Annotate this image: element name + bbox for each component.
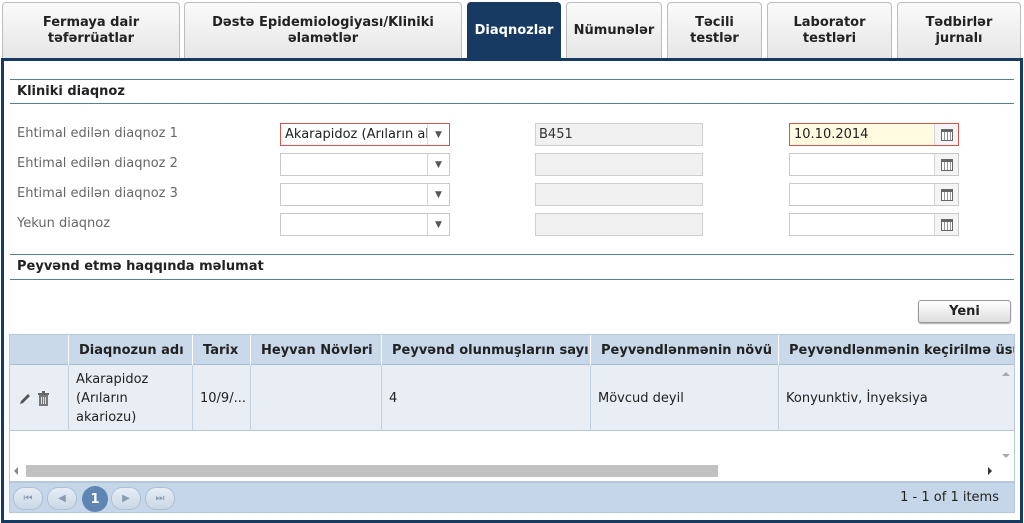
grid-header-date[interactable]: Tarix [193,335,251,365]
grid-header-count[interactable]: Peyvənd olunmuşların sayı [382,335,591,365]
pencil-icon[interactable] [19,392,31,405]
tab-urgent-tests[interactable]: Təcili testlər [667,2,762,58]
grid-header-species[interactable]: Heyvan Növləri [251,335,382,365]
diagnosis-1-label: Ehtimal edilən diaqnoz 1 [17,126,178,141]
final-diagnosis-code [535,213,703,236]
current-page[interactable]: 1 [82,486,108,512]
vaccination-title: Peyvənd etmə haqqında məlumat [17,259,264,274]
cell-date: 10/9/... [193,365,251,431]
diagnosis-2-code [535,153,703,176]
pager: ⏮ ◀ 1 ▶ ⏭ 1 - 1 of 1 items [9,482,1015,513]
final-diagnosis-label: Yekun diaqnoz [17,216,111,231]
calendar-icon[interactable] [934,154,958,175]
diagnosis-1-date[interactable]: 10.10.2014 [789,123,959,146]
scroll-arrows-icon [1002,372,1010,458]
calendar-icon[interactable] [934,214,958,235]
cell-type: Mövcud deyil [591,365,779,431]
calendar-icon[interactable] [934,184,958,205]
tab-diagnoses[interactable]: Diaqnozlar [467,2,561,58]
grid-header: Diaqnozun adı Tarix Heyvan Növləri Peyvə… [10,335,1014,365]
cell-diagnosis: Akarapidoz (Arıların akariozu) [69,365,193,431]
chevron-down-icon[interactable]: ▼ [427,154,449,175]
new-button[interactable]: Yeni [918,300,1011,323]
tab-farm-details[interactable]: Fermaya dair təfərrüatlar [2,2,180,58]
tab-measures-journal[interactable]: Tədbirlər jurnalı [897,2,1021,58]
diagnosis-2-label: Ehtimal edilən diaqnoz 2 [17,156,178,171]
calendar-icon[interactable] [934,124,958,145]
vaccination-grid: Diaqnozun adı Tarix Heyvan Növləri Peyvə… [9,334,1015,482]
diagnosis-2-date[interactable] [789,153,959,176]
grid-header-actions [10,335,69,365]
table-row[interactable]: Akarapidoz (Arıların akariozu) 10/9/... … [10,365,1014,431]
final-diagnosis-select[interactable]: ▼ [280,213,450,236]
diagnosis-3-label: Ehtimal edilən diaqnoz 3 [17,186,178,201]
grid-header-method[interactable]: Peyvəndlənmənin keçirilmə üsulu [779,335,1014,365]
grid-header-type[interactable]: Peyvəndlənmənin növü [591,335,779,365]
clinical-diagnosis-title: Kliniki diaqnoz [17,84,125,99]
diagnosis-3-code [535,183,703,206]
divider [10,103,1014,104]
row-actions [10,365,69,431]
trash-icon[interactable] [37,390,50,406]
first-page-button[interactable]: ⏮ [13,487,43,510]
diagnosis-2-select[interactable]: ▼ [280,153,450,176]
diagnosis-1-code: B451 [535,123,703,146]
diagnosis-3-date[interactable] [789,183,959,206]
last-page-button[interactable]: ⏭ [145,487,175,510]
chevron-down-icon[interactable]: ▼ [427,214,449,235]
divider [10,279,1014,280]
chevron-down-icon[interactable]: ▼ [427,124,449,145]
cell-species [251,365,382,431]
diagnosis-3-select[interactable]: ▼ [280,183,450,206]
diagnosis-1-select[interactable]: Akarapidoz (Arıların akariozu)▼ [280,123,450,146]
next-page-button[interactable]: ▶ [111,487,141,510]
tab-bar: Fermaya dair təfərrüatlar Dəstə Epidemiol… [0,0,1024,60]
cell-count: 4 [382,365,591,431]
cell-method: Konyunktiv, İnyeksiya [786,390,928,406]
final-diagnosis-date[interactable] [789,213,959,236]
tab-epidemiology[interactable]: Dəstə Epidemiologiyası/Kliniki əlamətlər [184,2,462,58]
chevron-down-icon[interactable]: ▼ [427,184,449,205]
vertical-scrollbar[interactable] [998,365,1014,465]
divider [10,254,1014,255]
divider [10,79,1014,80]
horizontal-scrollbar[interactable] [10,463,1000,479]
tab-samples[interactable]: Nümunələr [566,2,662,58]
prev-page-button[interactable]: ◀ [47,487,77,510]
tab-lab-tests[interactable]: Laborator testləri [767,2,892,58]
grid-header-diagnosis[interactable]: Diaqnozun adı [69,335,193,365]
pager-info: 1 - 1 of 1 items [900,490,999,505]
